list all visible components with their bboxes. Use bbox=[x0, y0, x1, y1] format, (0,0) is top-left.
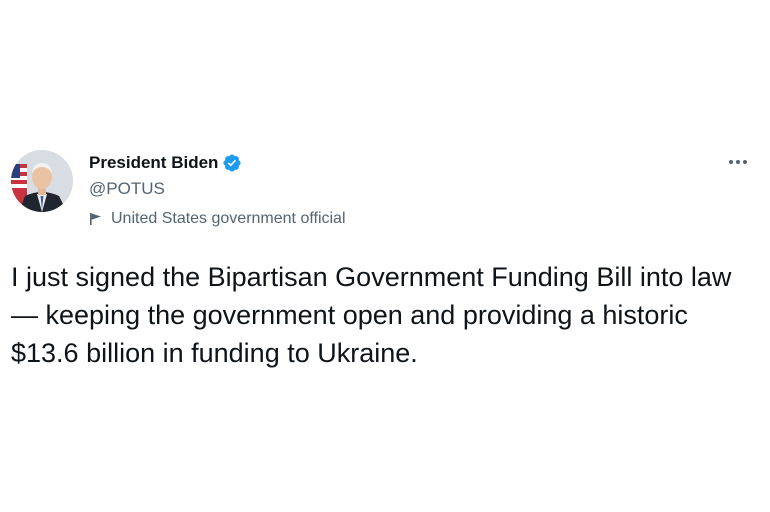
user-handle[interactable]: @POTUS bbox=[89, 178, 346, 200]
account-label[interactable]: United States government official bbox=[111, 209, 346, 229]
avatar[interactable] bbox=[11, 150, 73, 212]
more-horizontal-icon bbox=[726, 153, 750, 171]
tweet-card: President Biden @POTUS United States gov… bbox=[0, 0, 770, 512]
display-name[interactable]: President Biden bbox=[89, 152, 218, 174]
name-row: President Biden bbox=[89, 152, 346, 174]
tweet-header: President Biden @POTUS United States gov… bbox=[89, 152, 346, 229]
more-options-button[interactable] bbox=[722, 150, 754, 174]
account-label-row: United States government official bbox=[89, 209, 346, 229]
flag-icon bbox=[89, 212, 103, 226]
tweet-text: I just signed the Bipartisan Government … bbox=[11, 262, 732, 368]
verified-badge-icon bbox=[222, 153, 242, 173]
